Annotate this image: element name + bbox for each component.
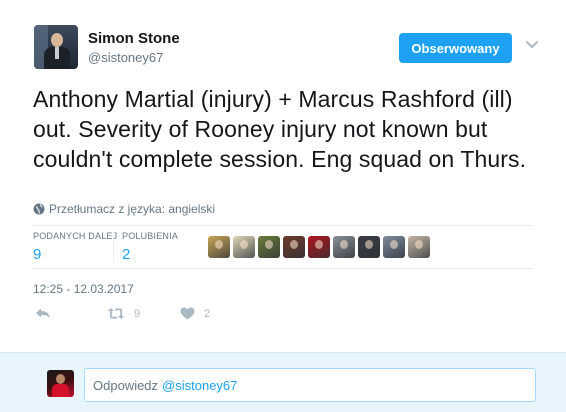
reply-input[interactable]: Odpowiedz @sistoney67 <box>84 368 536 402</box>
liker-avatars <box>208 236 430 258</box>
following-button[interactable]: Obserwowany <box>399 33 512 63</box>
liker-avatar-5[interactable] <box>308 236 330 258</box>
liker-avatar-2[interactable] <box>233 236 255 258</box>
globe-icon <box>33 203 45 215</box>
likes-stat[interactable]: POLUBIENIA 2 <box>122 231 178 263</box>
author-name[interactable]: Simon Stone <box>88 30 180 47</box>
divider <box>33 268 533 269</box>
retweets-stat[interactable]: PODANYCH DALEJ 9 <box>33 231 117 263</box>
author-handle[interactable]: @sistoney67 <box>88 50 163 65</box>
reply-mention: @sistoney67 <box>162 377 238 393</box>
current-user-avatar <box>47 370 74 397</box>
author-avatar[interactable] <box>34 25 78 69</box>
like-count: 2 <box>204 307 211 320</box>
reply-arrow-icon <box>36 308 50 318</box>
retweet-icon <box>108 308 124 319</box>
chevron-down-icon[interactable] <box>525 40 539 50</box>
translate-link[interactable]: Przetłumacz z języka: angielski <box>33 202 215 216</box>
liker-avatar-7[interactable] <box>358 236 380 258</box>
liker-avatar-1[interactable] <box>208 236 230 258</box>
retweets-label: PODANYCH DALEJ <box>33 231 118 241</box>
retweet-count: 9 <box>134 307 141 320</box>
retweet-button[interactable]: 9 <box>107 307 140 320</box>
liker-avatar-3[interactable] <box>258 236 280 258</box>
retweets-count[interactable]: 9 <box>33 246 117 263</box>
reply-bar: Odpowiedz @sistoney67 <box>0 352 566 412</box>
like-button[interactable]: 2 <box>180 307 210 320</box>
liker-avatar-4[interactable] <box>283 236 305 258</box>
reply-placeholder: Odpowiedz <box>93 377 159 393</box>
likes-label: POLUBIENIA <box>122 231 179 241</box>
liker-avatar-8[interactable] <box>383 236 405 258</box>
tweet-timestamp: 12:25 - 12.03.2017 <box>33 282 134 296</box>
liker-avatar-9[interactable] <box>408 236 430 258</box>
tweet-text: Anthony Martial (injury) + Marcus Rashfo… <box>33 86 527 172</box>
liker-avatar-6[interactable] <box>333 236 355 258</box>
divider <box>33 225 533 226</box>
stat-separator <box>113 232 114 262</box>
translate-label[interactable]: Przetłumacz z języka: angielski <box>49 202 215 216</box>
likes-count[interactable]: 2 <box>122 246 178 263</box>
reply-button[interactable] <box>35 307 51 321</box>
heart-icon <box>180 307 195 320</box>
